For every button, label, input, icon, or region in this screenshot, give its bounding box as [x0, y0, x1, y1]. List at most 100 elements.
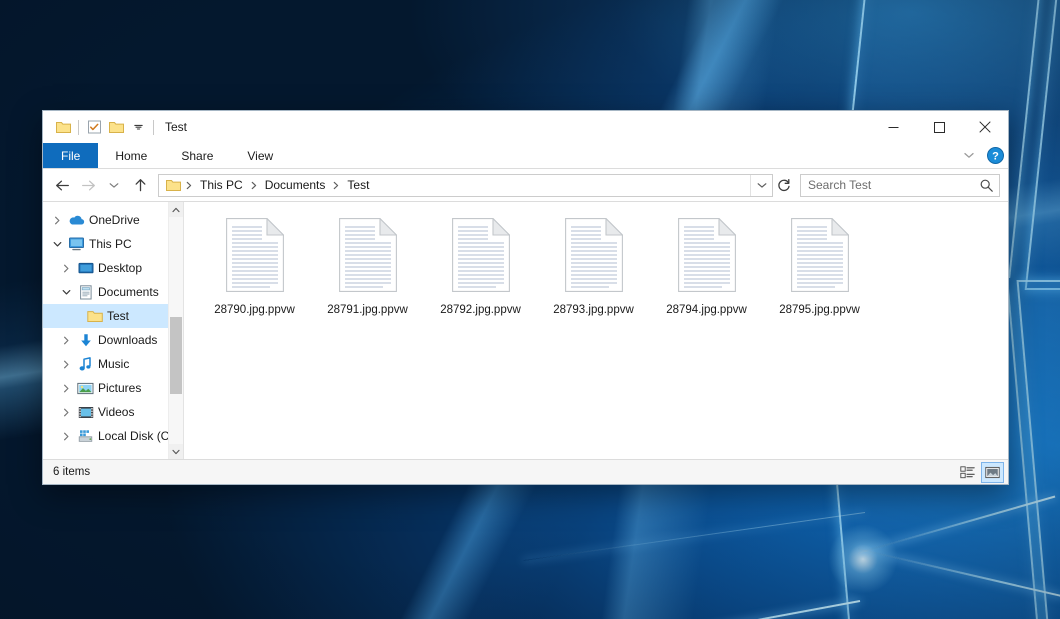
breadcrumb-bar[interactable]: This PC Documents Test — [158, 174, 773, 197]
tab-view[interactable]: View — [230, 143, 290, 168]
sidebar-item-label: Downloads — [98, 333, 157, 347]
sidebar-item-downloads[interactable]: Downloads — [43, 328, 183, 352]
navigation-tree: OneDrive — [43, 202, 183, 448]
cloud-icon — [66, 214, 87, 226]
file-list-view[interactable]: 28790.jpg.ppvw 28791.jpg.ppvw — [184, 202, 1008, 459]
sidebar-item-videos[interactable]: Videos — [43, 400, 183, 424]
close-button[interactable] — [962, 111, 1008, 143]
file-name: 28795.jpg.ppvw — [779, 304, 860, 316]
expand-ribbon-chevron-down-icon[interactable] — [956, 143, 982, 168]
details-view-icon[interactable] — [956, 462, 979, 483]
status-bar: 6 items — [43, 459, 1008, 484]
chevron-right-icon[interactable] — [58, 432, 75, 441]
videos-icon — [75, 406, 96, 419]
chevron-right-icon[interactable] — [49, 216, 66, 225]
desktop-icon — [75, 262, 96, 275]
breadcrumb-item-this-pc[interactable]: This PC — [195, 176, 248, 194]
breadcrumb-separator-2[interactable] — [330, 181, 342, 190]
list-item[interactable]: 28794.jpg.ppvw — [650, 214, 763, 322]
sidebar-item-music[interactable]: Music — [43, 352, 183, 376]
help-icon[interactable]: ? — [982, 143, 1008, 168]
breadcrumb: This PC Documents Test — [159, 176, 750, 194]
toolbar-separator-1 — [78, 120, 79, 135]
breadcrumb-separator-0[interactable] — [183, 181, 195, 190]
search-box[interactable] — [800, 174, 1000, 197]
sidebar-item-label: Test — [107, 309, 129, 323]
scroll-down-arrow-icon[interactable] — [169, 444, 183, 459]
window-controls — [870, 111, 1008, 143]
file-name: 28790.jpg.ppvw — [214, 304, 295, 316]
download-icon — [75, 333, 96, 348]
monitor-icon — [66, 237, 87, 251]
sidebar-item-onedrive[interactable]: OneDrive — [43, 208, 183, 232]
file-name: 28792.jpg.ppvw — [440, 304, 521, 316]
sidebar-item-documents[interactable]: Documents — [43, 280, 183, 304]
sidebar-item-local-disk-c[interactable]: Local Disk (C:) — [43, 424, 183, 448]
file-explorer-window: Test — [42, 110, 1009, 485]
sidebar-item-pictures[interactable]: Pictures — [43, 376, 183, 400]
quick-access-toolbar — [43, 116, 158, 138]
sidebar-item-label: Local Disk (C:) — [98, 429, 177, 443]
breadcrumb-folder-icon[interactable] — [164, 179, 183, 192]
tab-share[interactable]: Share — [164, 143, 230, 168]
window-title: Test — [165, 120, 187, 134]
list-item[interactable]: 28791.jpg.ppvw — [311, 214, 424, 322]
generic-file-icon — [678, 218, 736, 297]
pictures-icon — [75, 382, 96, 395]
sidebar-item-label: Desktop — [98, 261, 142, 275]
sidebar-item-test[interactable]: Test — [43, 304, 183, 328]
explorer-body: OneDrive — [43, 201, 1008, 459]
chevron-down-icon[interactable] — [127, 116, 149, 138]
sidebar-item-label: OneDrive — [89, 213, 140, 227]
large-icons-view-icon[interactable] — [981, 462, 1004, 483]
desktop: Test — [0, 0, 1060, 619]
list-item[interactable]: 28795.jpg.ppvw — [763, 214, 876, 322]
file-name: 28794.jpg.ppvw — [666, 304, 747, 316]
item-count-label: 6 items — [53, 466, 90, 478]
view-toggle-group — [956, 462, 1004, 483]
folder-icon — [84, 310, 105, 323]
tab-file[interactable]: File — [43, 143, 98, 168]
refresh-icon[interactable] — [773, 175, 795, 196]
up-button[interactable] — [127, 172, 153, 198]
search-input[interactable] — [801, 178, 978, 192]
minimize-button[interactable] — [870, 111, 916, 143]
breadcrumb-item-test[interactable]: Test — [342, 176, 374, 194]
search-icon[interactable] — [978, 179, 999, 192]
properties-icon[interactable] — [83, 116, 105, 138]
back-button[interactable] — [49, 172, 75, 198]
scroll-up-arrow-icon[interactable] — [169, 202, 183, 217]
document-icon — [75, 285, 96, 300]
chevron-down-icon[interactable] — [58, 289, 75, 296]
title-bar: Test — [43, 111, 1008, 143]
navigation-scrollbar[interactable] — [168, 202, 183, 459]
new-folder-icon[interactable] — [105, 116, 127, 138]
folder-icon[interactable] — [52, 116, 74, 138]
sidebar-item-this-pc[interactable]: This PC — [43, 232, 183, 256]
toolbar-separator-2 — [153, 120, 154, 135]
generic-file-icon — [452, 218, 510, 297]
breadcrumb-separator-1[interactable] — [248, 181, 260, 190]
sidebar-item-label: Videos — [98, 405, 134, 419]
tab-home[interactable]: Home — [98, 143, 164, 168]
scrollbar-thumb[interactable] — [170, 317, 182, 394]
chevron-right-icon[interactable] — [58, 336, 75, 345]
list-item[interactable]: 28792.jpg.ppvw — [424, 214, 537, 322]
chevron-right-icon[interactable] — [58, 408, 75, 417]
chevron-right-icon[interactable] — [58, 360, 75, 369]
recent-locations-chevron-down-icon[interactable] — [101, 172, 127, 198]
generic-file-icon — [565, 218, 623, 297]
chevron-right-icon[interactable] — [58, 384, 75, 393]
address-bar-row: This PC Documents Test — [43, 169, 1008, 201]
sidebar-item-label: Pictures — [98, 381, 141, 395]
list-item[interactable]: 28790.jpg.ppvw — [198, 214, 311, 322]
chevron-right-icon[interactable] — [58, 264, 75, 273]
sidebar-item-desktop[interactable]: Desktop — [43, 256, 183, 280]
list-item[interactable]: 28793.jpg.ppvw — [537, 214, 650, 322]
forward-button[interactable] — [75, 172, 101, 198]
scrollbar-track[interactable] — [169, 217, 183, 444]
breadcrumb-item-documents[interactable]: Documents — [260, 176, 331, 194]
maximize-button[interactable] — [916, 111, 962, 143]
address-dropdown-chevron-down-icon[interactable] — [750, 175, 772, 196]
chevron-down-icon[interactable] — [49, 241, 66, 248]
